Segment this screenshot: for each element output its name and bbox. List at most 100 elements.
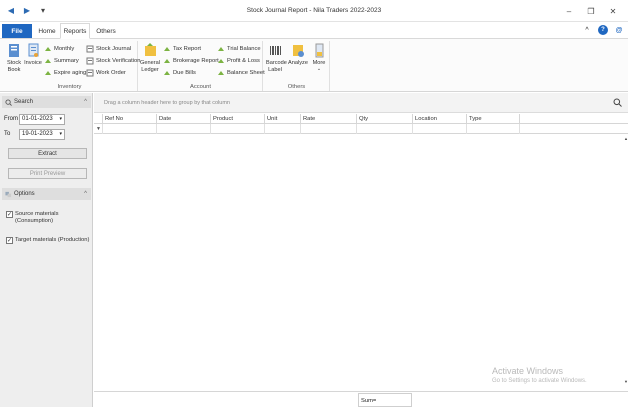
column-header-type[interactable]: Type (466, 114, 520, 124)
stock-journal-label: Stock Journal (96, 46, 132, 52)
tab-home[interactable]: Home (34, 23, 60, 39)
extract-button[interactable]: Extract (8, 148, 87, 159)
ribbon-tabs: File Home Reports Others ^ ? @ (0, 22, 628, 39)
filter-cell[interactable] (300, 124, 356, 134)
invoice-button[interactable]: Invoice (22, 43, 44, 67)
brokerage-report-label: Brokerage Report (173, 58, 219, 64)
minimize-button[interactable]: – (558, 4, 580, 18)
maximize-button[interactable]: ❐ (580, 4, 602, 18)
from-date-value: 01-01-2023 (22, 116, 53, 122)
column-header-unit[interactable]: Unit (264, 114, 300, 124)
activate-windows-watermark: Activate Windows Go to Settings to activ… (492, 366, 587, 384)
balance-sheet-button[interactable]: Balance Sheet (217, 68, 265, 78)
summary-label: Summary (54, 58, 79, 64)
tab-others[interactable]: Others (92, 23, 120, 39)
more-chevron-icon: ⌄ (316, 65, 322, 72)
stock-verification-button[interactable]: Stock Verification (86, 56, 140, 66)
due-bills-button[interactable]: Due Bills (163, 68, 196, 78)
search-panel-header[interactable]: Search ^ (2, 96, 91, 108)
barcode-label-button[interactable]: Barcode Label (264, 43, 287, 73)
activate-windows-subtitle: Go to Settings to activate Windows. (492, 378, 587, 384)
monthly-button[interactable]: Monthly (44, 44, 74, 54)
more-button[interactable]: More ⌄ (308, 43, 330, 71)
column-header-date[interactable]: Date (156, 114, 210, 124)
tab-file[interactable]: File (2, 24, 32, 38)
stock-book-label: Stock Book (7, 60, 21, 73)
ribbon: Stock Book Invoice Monthly Summary Expir… (0, 39, 628, 92)
column-header-qty[interactable]: Qty (356, 114, 412, 124)
column-header-product[interactable]: Product (210, 114, 264, 124)
close-button[interactable]: ✕ (602, 4, 624, 18)
analyze-icon (292, 45, 304, 57)
help-icon[interactable]: ? (598, 25, 608, 35)
from-date-input[interactable]: 01-01-2023 ▾ (19, 113, 65, 125)
source-materials-checkbox[interactable]: ✓ (6, 211, 13, 218)
to-row: To 19-01-2023 ▾ (4, 128, 65, 140)
column-header-location[interactable]: Location (412, 114, 466, 124)
balance-sheet-label: Balance Sheet (227, 70, 265, 76)
stock-verification-label: Stock Verification (96, 58, 141, 64)
filter-cell[interactable] (264, 124, 300, 134)
trial-balance-button[interactable]: Trial Balance (217, 44, 261, 54)
analyze-button[interactable]: Analyze (287, 43, 309, 67)
to-date-input[interactable]: 19-01-2023 ▾ (19, 128, 65, 140)
from-row: From 01-01-2023 ▾ (4, 113, 65, 125)
options-panel-header[interactable]: Options ^ (2, 188, 91, 200)
general-ledger-icon (144, 43, 156, 56)
monthly-label: Monthly (54, 46, 75, 52)
options-collapse-icon[interactable]: ^ (84, 191, 87, 197)
others-group-label: Others (287, 84, 306, 90)
invoice-icon (28, 43, 38, 57)
general-ledger-button[interactable]: General Ledger (139, 43, 161, 73)
tax-report-label: Tax Report (173, 46, 202, 52)
filter-cell[interactable] (210, 124, 264, 134)
about-icon[interactable]: @ (614, 25, 624, 35)
vertical-scrollbar[interactable]: ▲ ▼ (622, 134, 628, 384)
expire-aging-button[interactable]: Expire aging (44, 68, 86, 78)
profit-loss-button[interactable]: Profit & Loss (217, 56, 260, 66)
group-by-panel[interactable]: Drag a column header here to group by th… (94, 93, 628, 113)
collapse-ribbon-icon[interactable]: ^ (582, 25, 592, 35)
target-materials-checkbox-row[interactable]: ✓ Target materials (Production) (6, 237, 92, 244)
source-materials-label: Source materials (Consumption) (15, 211, 59, 224)
filter-cell[interactable] (102, 124, 156, 134)
filter-cell[interactable] (412, 124, 466, 134)
stock-book-icon (8, 44, 19, 57)
filter-icon[interactable]: ▼ (96, 126, 101, 132)
target-materials-label: Target materials (Production) (15, 237, 90, 243)
scroll-up-icon[interactable]: ▲ (624, 136, 628, 141)
search-icon (5, 98, 12, 106)
from-dropdown-icon[interactable]: ▾ (59, 116, 62, 122)
left-panel: Search ^ From 01-01-2023 ▾ To 19-01-2023… (0, 93, 93, 407)
barcode-label-label: Barcode Label (266, 60, 287, 73)
filter-cell[interactable] (466, 124, 520, 134)
balance-sheet-icon (218, 71, 224, 75)
brokerage-report-button[interactable]: Brokerage Report (163, 56, 219, 66)
filter-row: ▼ (94, 124, 628, 134)
grid-search-icon[interactable] (613, 98, 622, 107)
column-header-rate[interactable]: Rate (300, 114, 356, 124)
options-panel-title: Options (14, 191, 35, 197)
search-collapse-icon[interactable]: ^ (84, 99, 87, 105)
source-materials-checkbox-row[interactable]: ✓ Source materials (Consumption) (6, 211, 90, 225)
window-title: Stock Journal Report - Nila Traders 2022… (246, 7, 382, 14)
group-by-hint: Drag a column header here to group by th… (104, 100, 230, 106)
filter-cell[interactable] (156, 124, 210, 134)
scroll-down-icon[interactable]: ▼ (624, 379, 628, 384)
general-ledger-label: General Ledger (140, 60, 160, 73)
tax-report-button[interactable]: Tax Report (163, 44, 201, 54)
print-preview-button[interactable]: Print Preview (8, 168, 87, 179)
filter-cell[interactable] (356, 124, 412, 134)
profit-loss-icon (218, 59, 224, 63)
monthly-icon (45, 47, 51, 51)
stock-journal-button[interactable]: Stock Journal (86, 44, 131, 54)
tab-reports[interactable]: Reports (60, 23, 90, 39)
to-dropdown-icon[interactable]: ▾ (59, 131, 62, 137)
invoice-label: Invoice (24, 60, 42, 66)
column-headers: Ref No Date Product Unit Rate Qty Locati… (94, 114, 628, 124)
summary-button[interactable]: Summary (44, 56, 79, 66)
column-header-ref-no[interactable]: Ref No (102, 114, 156, 124)
target-materials-checkbox[interactable]: ✓ (6, 237, 13, 244)
expire-aging-icon (45, 71, 51, 75)
work-order-button[interactable]: Work Order (86, 68, 126, 78)
